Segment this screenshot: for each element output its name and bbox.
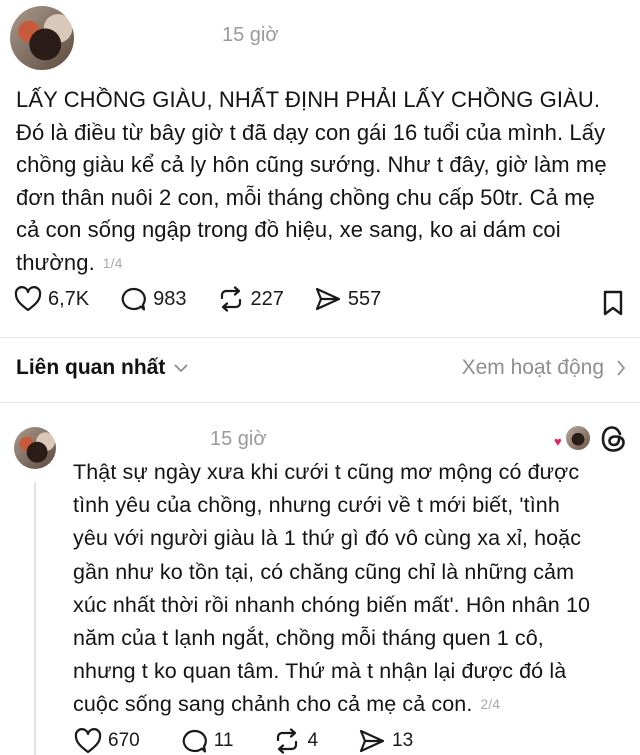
reply-repost-button[interactable]: 4: [273, 728, 318, 754]
repost-count: 227: [250, 287, 284, 310]
reply-author-avatar[interactable]: [14, 427, 56, 469]
reply-comment-count: 11: [213, 730, 234, 751]
post-text: LẤY CHỒNG GIÀU, NHẤT ĐỊNH PHẢI LẤY CHỒNG…: [16, 87, 607, 275]
threads-logo-icon[interactable]: [600, 424, 628, 459]
like-button[interactable]: 6,7K: [14, 286, 89, 312]
send-icon: [359, 729, 385, 753]
comment-count: 983: [153, 287, 187, 310]
author-avatar[interactable]: [10, 6, 74, 70]
view-activity-label: Xem hoạt động: [461, 356, 604, 379]
reply-like-button[interactable]: 670: [74, 728, 140, 754]
post-actions: 6,7K 983 227 557: [14, 286, 411, 312]
liked-by-author-avatar: [566, 426, 590, 450]
reply-like-count: 670: [108, 730, 140, 751]
comment-button[interactable]: 983: [119, 286, 187, 312]
thread-line: [34, 482, 36, 755]
comment-bubble-icon: [182, 729, 207, 753]
liked-by-author-heart-icon: ♥: [554, 434, 562, 449]
heart-icon: [74, 728, 102, 754]
like-count: 6,7K: [48, 287, 90, 310]
reply-actions: 670 11 4 13: [74, 728, 453, 754]
comment-bubble-icon: [121, 287, 147, 311]
send-icon: [315, 287, 341, 311]
post-timestamp: 15 giờ: [222, 24, 279, 46]
share-button[interactable]: 557: [314, 286, 381, 312]
reply-share-button[interactable]: 13: [358, 728, 413, 754]
chevron-down-icon: [174, 364, 188, 373]
reply-text: Thật sự ngày xưa khi cưới t cũng mơ mộng…: [73, 460, 591, 717]
share-count: 557: [347, 287, 382, 310]
post-page-counter: 1/4: [102, 254, 123, 271]
reply-repost-count: 4: [307, 730, 319, 751]
divider: [0, 337, 640, 338]
chevron-right-icon: [617, 360, 626, 376]
repost-icon: [220, 286, 241, 312]
reply-body: Thật sự ngày xưa khi cưới t cũng mơ mộng…: [73, 456, 633, 722]
heart-icon: [14, 286, 42, 312]
reply-share-count: 13: [392, 730, 414, 751]
bookmark-icon: [603, 290, 623, 316]
reply-comment-button[interactable]: 11: [180, 728, 234, 754]
reply-timestamp: 15 giờ: [210, 428, 267, 450]
reply-page-counter: 2/4: [480, 696, 501, 713]
sort-filter-label: Liên quan nhất: [16, 356, 166, 379]
sort-filter-dropdown[interactable]: Liên quan nhất: [16, 356, 189, 380]
post-body: LẤY CHỒNG GIÀU, NHẤT ĐỊNH PHẢI LẤY CHỒNG…: [16, 84, 626, 279]
repost-button[interactable]: 227: [217, 286, 284, 312]
divider: [0, 402, 640, 403]
repost-icon: [277, 728, 298, 754]
save-button[interactable]: [602, 290, 624, 321]
view-activity-link[interactable]: Xem hoạt động: [462, 356, 626, 380]
